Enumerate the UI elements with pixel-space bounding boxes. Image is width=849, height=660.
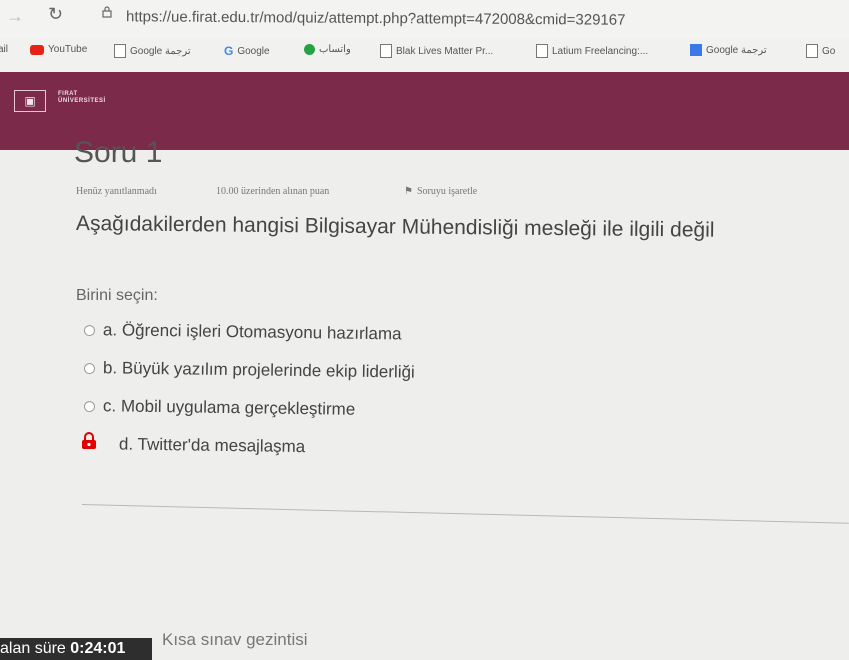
selected-answer-mark-icon bbox=[82, 432, 96, 449]
bookmark-label: Latium Freelancing:... bbox=[552, 45, 649, 57]
bookmark-youtube[interactable]: YouTube bbox=[30, 44, 87, 55]
browser-address-bar: → ↻ https://ue.firat.edu.tr/mod/quiz/att… bbox=[0, 0, 849, 38]
bookmark-mail[interactable]: ail bbox=[0, 44, 8, 55]
url-field[interactable]: https://ue.firat.edu.tr/mod/quiz/attempt… bbox=[126, 8, 626, 28]
bookmark-label: Blak Lives Matter Pr... bbox=[396, 45, 494, 57]
flag-icon: ⚑ bbox=[404, 186, 413, 197]
doc-icon bbox=[114, 44, 126, 58]
answer-prompt: Birini seçin: bbox=[76, 287, 158, 304]
bookmark-latium[interactable]: Latium Freelancing:... bbox=[536, 44, 648, 58]
time-remaining-badge: alan süre 0:24:01 bbox=[0, 638, 152, 660]
forward-arrow-icon[interactable]: → bbox=[6, 6, 24, 27]
lock-icon bbox=[102, 6, 112, 18]
bookmark-google[interactable]: G Google bbox=[224, 44, 270, 58]
bookmark-label: Go bbox=[822, 45, 836, 57]
question-points: 10.00 üzerinden alınan puan bbox=[216, 186, 330, 197]
bookmark-go[interactable]: Go bbox=[806, 44, 835, 58]
bookmark-label: Google ترجمة bbox=[130, 45, 191, 57]
section-divider bbox=[81, 504, 849, 524]
question-title: Soru 1 bbox=[74, 136, 163, 169]
bookmark-label: YouTube bbox=[48, 44, 88, 55]
timer-label: alan süre bbox=[0, 640, 71, 657]
bookmark-label: واتساب bbox=[319, 44, 351, 55]
university-logo-icon[interactable]: ▣ bbox=[14, 90, 46, 112]
bookmark-google-translate[interactable]: Google ترجمة bbox=[114, 44, 191, 58]
quiz-navigation-heading[interactable]: Kısa sınav gezintisi bbox=[162, 630, 308, 650]
bookmarks-bar: ail YouTube Google ترجمة G Google واتساب… bbox=[0, 38, 849, 73]
bookmark-label: Google bbox=[237, 45, 270, 57]
option-a[interactable]: a. Öğrenci işleri Otomasyonu hazırlama bbox=[83, 320, 402, 344]
bookmark-label: ail bbox=[0, 44, 9, 55]
google-icon: G bbox=[224, 44, 234, 58]
flag-question-label: Soruyu işaretle bbox=[416, 186, 478, 197]
doc-icon bbox=[380, 44, 392, 58]
option-label: c. Mobil uygulama gerçekleştirme bbox=[102, 396, 356, 419]
flag-question-link[interactable]: ⚑ Soruyu işaretle bbox=[404, 186, 477, 197]
question-text: Aşağıdakilerden hangisi Bilgisayar Mühen… bbox=[75, 212, 715, 242]
option-b[interactable]: b. Büyük yazılım projelerinde ekip lider… bbox=[83, 358, 415, 383]
option-c[interactable]: c. Mobil uygulama gerçekleştirme bbox=[83, 396, 356, 420]
doc-icon bbox=[536, 44, 548, 58]
bookmark-blm[interactable]: Blak Lives Matter Pr... bbox=[380, 44, 493, 58]
translate-icon bbox=[690, 44, 702, 56]
option-label: b. Büyük yazılım projelerinde ekip lider… bbox=[102, 358, 415, 382]
reload-icon[interactable]: ↻ bbox=[48, 4, 63, 25]
radio-button[interactable] bbox=[83, 400, 96, 412]
bookmark-google-translate-2[interactable]: Google ترجمة bbox=[690, 44, 767, 56]
bookmark-whatsapp[interactable]: واتساب bbox=[304, 44, 351, 55]
logo-line-1: FIRAT bbox=[58, 91, 78, 97]
university-logo-text: FIRAT ÜNİVERSİTESİ bbox=[58, 91, 106, 105]
question-status: Henüz yanıtlanmadı bbox=[76, 186, 157, 197]
option-d[interactable]: d. Twitter'da mesajlaşma bbox=[84, 434, 305, 457]
timer-value: 0:24:01 bbox=[70, 640, 126, 657]
radio-button[interactable] bbox=[83, 362, 96, 374]
option-label: d. Twitter'da mesajlaşma bbox=[118, 434, 306, 457]
bookmark-label: Google ترجمة bbox=[706, 44, 767, 56]
radio-button[interactable] bbox=[83, 324, 96, 336]
logo-line-2: ÜNİVERSİTESİ bbox=[58, 98, 106, 104]
whatsapp-icon bbox=[304, 44, 315, 55]
youtube-icon bbox=[30, 44, 44, 55]
doc-icon bbox=[806, 44, 818, 58]
option-label: a. Öğrenci işleri Otomasyonu hazırlama bbox=[102, 320, 402, 344]
